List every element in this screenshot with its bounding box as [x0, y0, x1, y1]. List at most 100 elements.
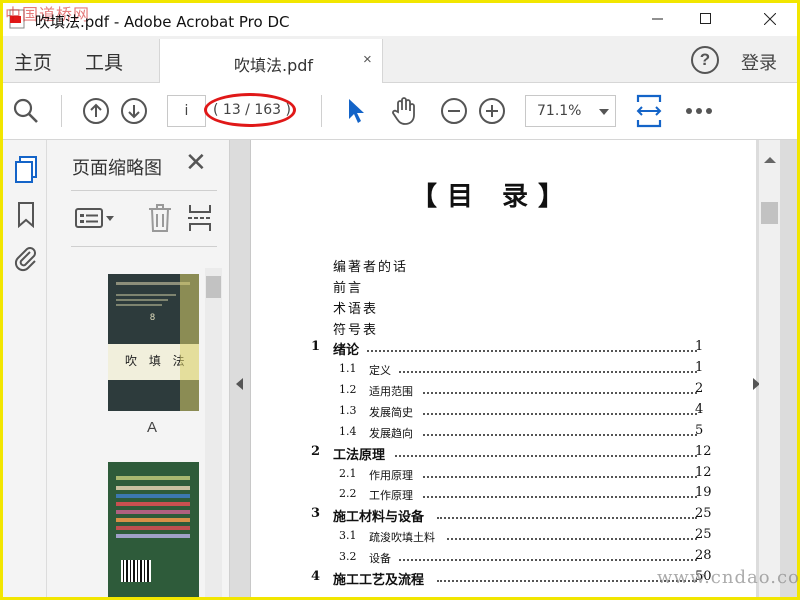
toc-leader-dots [447, 538, 697, 541]
maximize-icon [700, 13, 711, 24]
left-navigation-rail [3, 140, 47, 597]
tab-bar: 主页 工具 吹填法.pdf × ? 登录 [3, 36, 797, 83]
toc-leader-dots [367, 350, 697, 353]
nav-tools[interactable]: 工具 [85, 48, 123, 75]
page-thumbnail-cover[interactable]: 8 吹 填 法 [108, 274, 199, 411]
toc-entry[interactable]: 编著者的话 [251, 256, 757, 276]
zoom-out-button[interactable] [438, 95, 470, 127]
toc-entry[interactable]: 1.2 适用范围 2 [251, 381, 757, 401]
minimize-button[interactable] [635, 3, 681, 35]
toc-leader-dots [423, 475, 697, 478]
toc-entry[interactable]: 2.1 作用原理 12 [251, 465, 757, 485]
scroll-up-arrow[interactable] [764, 157, 776, 163]
toc-entry-title: 疏浚吹填土料 [369, 531, 435, 545]
cover-decoration [116, 510, 190, 514]
thumbnails-panel-title: 页面缩略图 [72, 158, 162, 179]
insert-page-button[interactable] [185, 202, 215, 234]
hand-tool-button[interactable] [387, 94, 421, 128]
toc-entry[interactable]: 1.3 发展简史 4 [251, 402, 757, 422]
toc-entry-number: 3.2 [339, 549, 357, 563]
toc-entry-title: 发展简史 [369, 405, 413, 419]
divider [71, 246, 217, 247]
toc-entry[interactable]: 3.2 设备 28 [251, 548, 757, 568]
toc-entry-page: 28 [695, 547, 712, 563]
toc-entry-title: 定义 [369, 364, 391, 378]
cover-decoration [116, 534, 190, 538]
document-scrollbar[interactable] [759, 140, 780, 597]
toc-leader-dots [399, 371, 697, 374]
toc-entry[interactable]: 1 绪论 1 [251, 339, 757, 359]
toc-entry-title: 绪论 [333, 343, 360, 359]
document-viewer: 【目 录】 编著者的话 前言 术语表 符号表 1 绪论 1 1.1 定义 1 1.2 适用范围 2 1.3… [230, 140, 797, 597]
toc-entry-title: 作用原理 [369, 468, 413, 482]
cover-decoration [116, 502, 190, 506]
toc-entry-page: 1 [695, 339, 704, 355]
cursor-arrow-icon [349, 99, 364, 123]
fit-page-button[interactable] [633, 93, 665, 129]
chevron-down-icon [599, 109, 609, 115]
toc-entry[interactable]: 前言 [251, 277, 757, 297]
collapse-left-panel-button[interactable] [236, 378, 243, 390]
toc-entry[interactable]: 2.2 工作原理 19 [251, 485, 757, 505]
delete-pages-button[interactable] [145, 202, 175, 234]
thumbnails-close-button[interactable]: ✕ [185, 149, 207, 175]
next-page-button[interactable] [118, 95, 150, 127]
cover-decoration [116, 294, 176, 296]
toc-leader-dots [399, 558, 697, 561]
search-button[interactable] [10, 95, 42, 127]
toc-entry[interactable]: 1.4 发展趋向 5 [251, 423, 757, 443]
more-tools-button[interactable] [683, 97, 715, 125]
toc-leader-dots [423, 412, 697, 415]
options-menu-icon [75, 208, 114, 228]
toc-entry-number: 4 [311, 568, 321, 584]
toolbar-separator [61, 95, 62, 127]
toc-entry-number: 1.4 [339, 424, 357, 438]
toc-entry-title: 设备 [369, 551, 391, 565]
toc-entry[interactable]: 3 施工材料与设备 25 [251, 506, 757, 526]
maximize-button[interactable] [683, 3, 729, 35]
thumbnail-options-button[interactable] [73, 203, 115, 233]
toc-entry-page: 25 [695, 527, 712, 543]
toc-entry[interactable]: 术语表 [251, 298, 757, 318]
toc-entry-number: 1 [311, 339, 321, 355]
nav-home[interactable]: 主页 [14, 48, 52, 75]
page-thumbnails-button[interactable] [12, 155, 40, 185]
bookmarks-button[interactable] [12, 200, 40, 230]
toc-entry-number: 2 [311, 443, 321, 459]
toc-entry-page: 25 [695, 506, 712, 522]
plus-circle-icon [479, 98, 505, 124]
attachments-button[interactable] [12, 244, 40, 274]
login-button[interactable]: 登录 [741, 49, 777, 75]
tab-document[interactable]: 吹填法.pdf × [159, 39, 383, 83]
toc-entry-title: 工法原理 [333, 447, 386, 463]
zoom-in-button[interactable] [476, 95, 508, 127]
cover-decoration [116, 494, 190, 498]
toc-entry[interactable]: 2 工法原理 12 [251, 444, 757, 464]
previous-page-button[interactable] [80, 95, 112, 127]
arrow-up-circle-icon [83, 98, 109, 124]
bookmark-icon [18, 202, 34, 228]
toc-entry[interactable]: 3.1 疏浚吹填土料 25 [251, 527, 757, 547]
minimize-icon [652, 18, 663, 20]
thumbnails-scrollbar[interactable] [205, 268, 222, 597]
toc-entry[interactable]: 1.1 定义 1 [251, 360, 757, 380]
toolbar: i ( 13 / 163 ) 71.1% [3, 83, 797, 140]
toc-entry[interactable]: 符号表 [251, 319, 757, 339]
select-tool-button[interactable] [341, 95, 371, 127]
toc-entry-title: 符号表 [333, 322, 379, 338]
close-window-button[interactable] [747, 3, 793, 35]
scrollbar-thumb[interactable] [206, 276, 221, 298]
page-thumbnail-back-cover[interactable] [108, 462, 199, 597]
page-number-input[interactable]: i [167, 95, 206, 127]
barcode-image [121, 560, 151, 582]
help-button[interactable]: ? [691, 46, 719, 74]
cover-decoration [116, 304, 162, 306]
cover-decoration [180, 274, 199, 411]
toc-entry-number: 1.2 [339, 383, 357, 397]
toc-entry-page: 2 [695, 381, 704, 397]
zoom-level-select[interactable]: 71.1% [525, 95, 616, 127]
cover-decoration [116, 299, 168, 301]
thumbnail-page-label: A [147, 419, 158, 436]
scrollbar-thumb[interactable] [761, 202, 778, 224]
tab-close-button[interactable]: × [363, 51, 372, 68]
